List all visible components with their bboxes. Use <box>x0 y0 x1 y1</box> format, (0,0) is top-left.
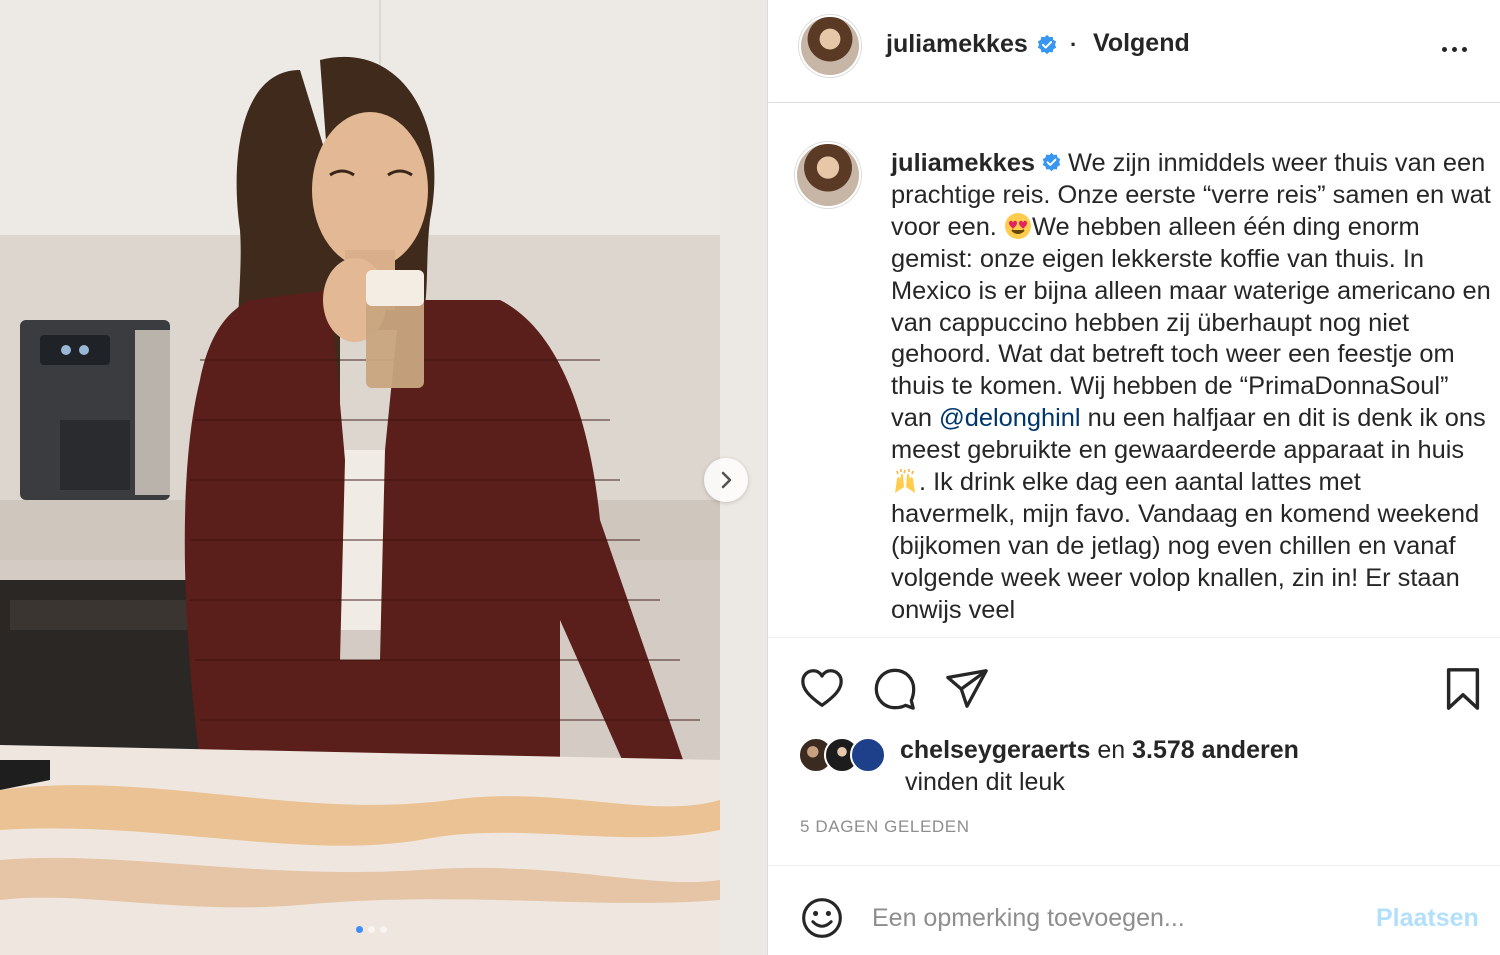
mention-link[interactable]: @delonghinl <box>939 404 1081 432</box>
more-icon-dot <box>1462 46 1467 52</box>
likes-count[interactable]: 3.578 anderen <box>1132 736 1299 764</box>
comment-input[interactable] <box>872 900 1352 936</box>
carousel-dot-3 <box>380 926 387 933</box>
header-separator: · <box>1070 32 1078 57</box>
avatar <box>850 737 886 773</box>
comment-bar: Plaatsen <box>768 865 1500 955</box>
likes-line2: vinden dit leuk <box>905 768 1065 796</box>
carousel-dot-1 <box>356 926 363 933</box>
bookmark-icon[interactable] <box>1440 666 1486 712</box>
post-header: juliamekkes · Volgend <box>768 0 1500 103</box>
caption-username[interactable]: juliamekkes <box>891 149 1035 177</box>
follow-status-button[interactable]: Volgend <box>1093 29 1190 58</box>
heart-eyes-emoji-icon <box>1004 212 1031 239</box>
chevron-right-icon <box>721 471 732 489</box>
raising-hands-emoji-icon <box>895 469 915 494</box>
avatar[interactable] <box>799 15 861 77</box>
caption-avatar[interactable] <box>795 142 861 208</box>
carousel-next-button[interactable] <box>704 458 748 502</box>
comment-icon[interactable] <box>872 666 918 712</box>
header-username[interactable]: juliamekkes <box>886 30 1028 59</box>
post-timestamp[interactable]: 5 DAGEN GELEDEN <box>800 817 970 837</box>
post-comment-button[interactable]: Plaatsen <box>1376 904 1479 933</box>
carousel-indicator <box>356 926 387 933</box>
caption-text: juliamekkes We zijn inmiddels weer thuis … <box>891 148 1491 627</box>
caption-section: juliamekkes We zijn inmiddels weer thuis … <box>768 104 1500 636</box>
likes-connector: en <box>1097 736 1126 764</box>
liked-by-avatars[interactable] <box>798 735 886 775</box>
verified-badge-icon <box>1037 34 1056 54</box>
caption-segment-2: We hebben alleen één ding enorm gemist: … <box>891 212 1491 433</box>
share-icon[interactable] <box>944 666 990 712</box>
more-icon-dot <box>1452 46 1457 52</box>
liked-by-user[interactable]: chelseygeraerts <box>900 736 1090 764</box>
header-username-wrap: juliamekkes <box>886 30 1058 59</box>
post-side-panel: juliamekkes · Volgend juliamekkes We zijn… <box>767 0 1500 955</box>
smiley-icon[interactable] <box>800 896 844 940</box>
verified-badge-icon <box>1042 152 1061 172</box>
more-options-button[interactable] <box>1442 44 1478 54</box>
heart-icon[interactable] <box>799 666 845 712</box>
photo-illustration <box>0 0 767 955</box>
action-bar <box>768 637 1500 738</box>
likes-summary: chelseygeraerts en 3.578 anderen <box>900 736 1299 765</box>
caption-segment-4: . Ik drink elke dag een aantal lattes me… <box>891 468 1480 624</box>
carousel-dot-2 <box>368 926 375 933</box>
post-photo[interactable] <box>0 0 767 955</box>
more-icon <box>1442 46 1447 52</box>
